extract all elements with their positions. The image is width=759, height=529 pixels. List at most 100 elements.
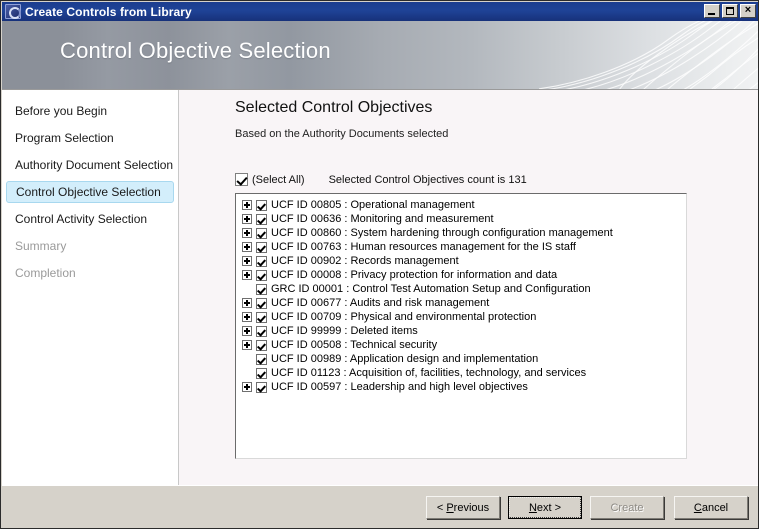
expander-placeholder <box>242 284 252 294</box>
sidebar-item-authority-document-selection[interactable]: Authority Document Selection <box>6 154 174 176</box>
close-icon: × <box>744 3 752 16</box>
sidebar-item-label: Before you Begin <box>15 104 108 118</box>
select-all-label: (Select All) <box>252 173 305 186</box>
maximize-button[interactable] <box>722 4 738 18</box>
sidebar-item-label: Control Activity Selection <box>15 212 148 226</box>
banner-title: Control Objective Selection <box>60 38 331 63</box>
objectives-count-label: Selected Control Objectives count is 131 <box>328 173 527 186</box>
page-subtitle: Based on the Authority Documents selecte… <box>235 128 449 140</box>
row-label: UCF ID 00508 : Technical security <box>271 339 438 351</box>
expand-plus-icon[interactable] <box>242 228 252 238</box>
tree-row[interactable]: UCF ID 00902 : Records management <box>242 254 686 268</box>
expand-plus-icon[interactable] <box>242 242 252 252</box>
expander-placeholder <box>242 354 252 364</box>
row-checkbox[interactable] <box>256 367 267 379</box>
sidebar-item-label: Authority Document Selection <box>15 158 174 172</box>
dialog-body: Before you Begin Program Selection Autho… <box>2 90 758 485</box>
expander-placeholder <box>242 368 252 378</box>
tree-row[interactable]: UCF ID 00677 : Audits and risk managemen… <box>242 296 686 310</box>
row-label: UCF ID 00008 : Privacy protection for in… <box>271 269 558 281</box>
row-checkbox[interactable] <box>256 297 267 309</box>
row-checkbox[interactable] <box>256 283 267 295</box>
tree-row[interactable]: UCF ID 00508 : Technical security <box>242 338 686 352</box>
title-bar: Create Controls from Library × <box>2 2 758 21</box>
row-label: UCF ID 00989 : Application design and im… <box>271 353 539 365</box>
cancel-button[interactable]: Cancel <box>674 496 748 519</box>
window-controls: × <box>704 4 756 18</box>
sidebar-item-summary: Summary <box>6 235 174 257</box>
row-label: UCF ID 00636 : Monitoring and measuremen… <box>271 213 494 225</box>
row-label: UCF ID 01123 : Acquisition of, facilitie… <box>271 367 587 379</box>
select-all-checkbox[interactable] <box>235 173 248 186</box>
row-checkbox[interactable] <box>256 325 267 337</box>
next-button-label: Next > <box>528 501 562 514</box>
previous-button[interactable]: < Previous <box>426 496 500 519</box>
sidebar-item-control-activity-selection[interactable]: Control Activity Selection <box>6 208 174 230</box>
row-label: GRC ID 00001 : Control Test Automation S… <box>271 283 591 295</box>
row-checkbox[interactable] <box>256 353 267 365</box>
tree-row[interactable]: UCF ID 00860 : System hardening through … <box>242 226 686 240</box>
control-objectives-listbox[interactable]: UCF ID 00805 : Operational management UCF… <box>235 193 687 459</box>
expand-plus-icon[interactable] <box>242 312 252 322</box>
app-icon <box>5 4 21 19</box>
expand-plus-icon[interactable] <box>242 256 252 266</box>
minimize-button[interactable] <box>704 4 720 18</box>
sidebar-item-control-objective-selection[interactable]: Control Objective Selection <box>6 181 174 203</box>
select-all-row: (Select All) Selected Control Objectives… <box>235 173 527 186</box>
expand-plus-icon[interactable] <box>242 298 252 308</box>
tree-row[interactable]: UCF ID 00805 : Operational management <box>242 198 686 212</box>
row-label: UCF ID 00902 : Records management <box>271 255 459 267</box>
row-checkbox[interactable] <box>256 227 267 239</box>
row-label: UCF ID 00709 : Physical and environmenta… <box>271 311 537 323</box>
tree-row[interactable]: UCF ID 00636 : Monitoring and measuremen… <box>242 212 686 226</box>
row-label: UCF ID 99999 : Deleted items <box>271 325 418 337</box>
tree-row[interactable]: UCF ID 00597 : Leadership and high level… <box>242 380 686 394</box>
row-checkbox[interactable] <box>256 311 267 323</box>
page-title: Selected Control Objectives <box>235 99 433 116</box>
tree-row[interactable]: GRC ID 00001 : Control Test Automation S… <box>242 282 686 296</box>
row-label: UCF ID 00805 : Operational management <box>271 199 475 211</box>
tree-row[interactable]: UCF ID 99999 : Deleted items <box>242 324 686 338</box>
tree-row[interactable]: UCF ID 00763 : Human resources managemen… <box>242 240 686 254</box>
expand-plus-icon[interactable] <box>242 200 252 210</box>
expand-plus-icon[interactable] <box>242 340 252 350</box>
row-checkbox[interactable] <box>256 241 267 253</box>
sidebar-item-label: Completion <box>15 266 76 280</box>
row-label: UCF ID 00597 : Leadership and high level… <box>271 381 528 393</box>
sidebar-item-program-selection[interactable]: Program Selection <box>6 127 174 149</box>
row-checkbox[interactable] <box>256 213 267 225</box>
expand-plus-icon[interactable] <box>242 382 252 392</box>
sidebar-item-label: Summary <box>15 239 67 253</box>
row-checkbox[interactable] <box>256 255 267 267</box>
next-button[interactable]: Next > <box>508 496 582 519</box>
tree-row[interactable]: UCF ID 01123 : Acquisition of, facilitie… <box>242 366 686 380</box>
cancel-button-label: Cancel <box>693 501 729 514</box>
previous-button-label: < Previous <box>436 501 490 514</box>
sidebar-item-before-you-begin[interactable]: Before you Begin <box>6 100 174 122</box>
expand-plus-icon[interactable] <box>242 214 252 224</box>
row-checkbox[interactable] <box>256 199 267 211</box>
row-checkbox[interactable] <box>256 269 267 281</box>
expand-plus-icon[interactable] <box>242 270 252 280</box>
create-button-label: Create <box>610 501 644 514</box>
next-button-focus-ring: Next > <box>509 497 581 518</box>
expand-plus-icon[interactable] <box>242 326 252 336</box>
banner-mesh-decoration <box>539 21 758 89</box>
content-panel: Selected Control Objectives Based on the… <box>180 90 758 485</box>
row-checkbox[interactable] <box>256 381 267 393</box>
window-title: Create Controls from Library <box>25 4 192 19</box>
sidebar-item-label: Control Objective Selection <box>16 185 161 199</box>
tree-row[interactable]: UCF ID 00709 : Physical and environmenta… <box>242 310 686 324</box>
row-label: UCF ID 00860 : System hardening through … <box>271 227 613 239</box>
wizard-banner: Control Objective Selection <box>2 21 758 90</box>
wizard-steps-sidebar: Before you Begin Program Selection Autho… <box>2 90 179 485</box>
tree-row[interactable]: UCF ID 00008 : Privacy protection for in… <box>242 268 686 282</box>
dialog-footer: < Previous Next > Create Cancel <box>2 485 758 528</box>
row-label: UCF ID 00677 : Audits and risk managemen… <box>271 297 490 309</box>
sidebar-item-label: Program Selection <box>15 131 114 145</box>
close-button[interactable]: × <box>740 4 756 18</box>
row-label: UCF ID 00763 : Human resources managemen… <box>271 241 576 253</box>
tree-row[interactable]: UCF ID 00989 : Application design and im… <box>242 352 686 366</box>
create-button: Create <box>590 496 664 519</box>
row-checkbox[interactable] <box>256 339 267 351</box>
